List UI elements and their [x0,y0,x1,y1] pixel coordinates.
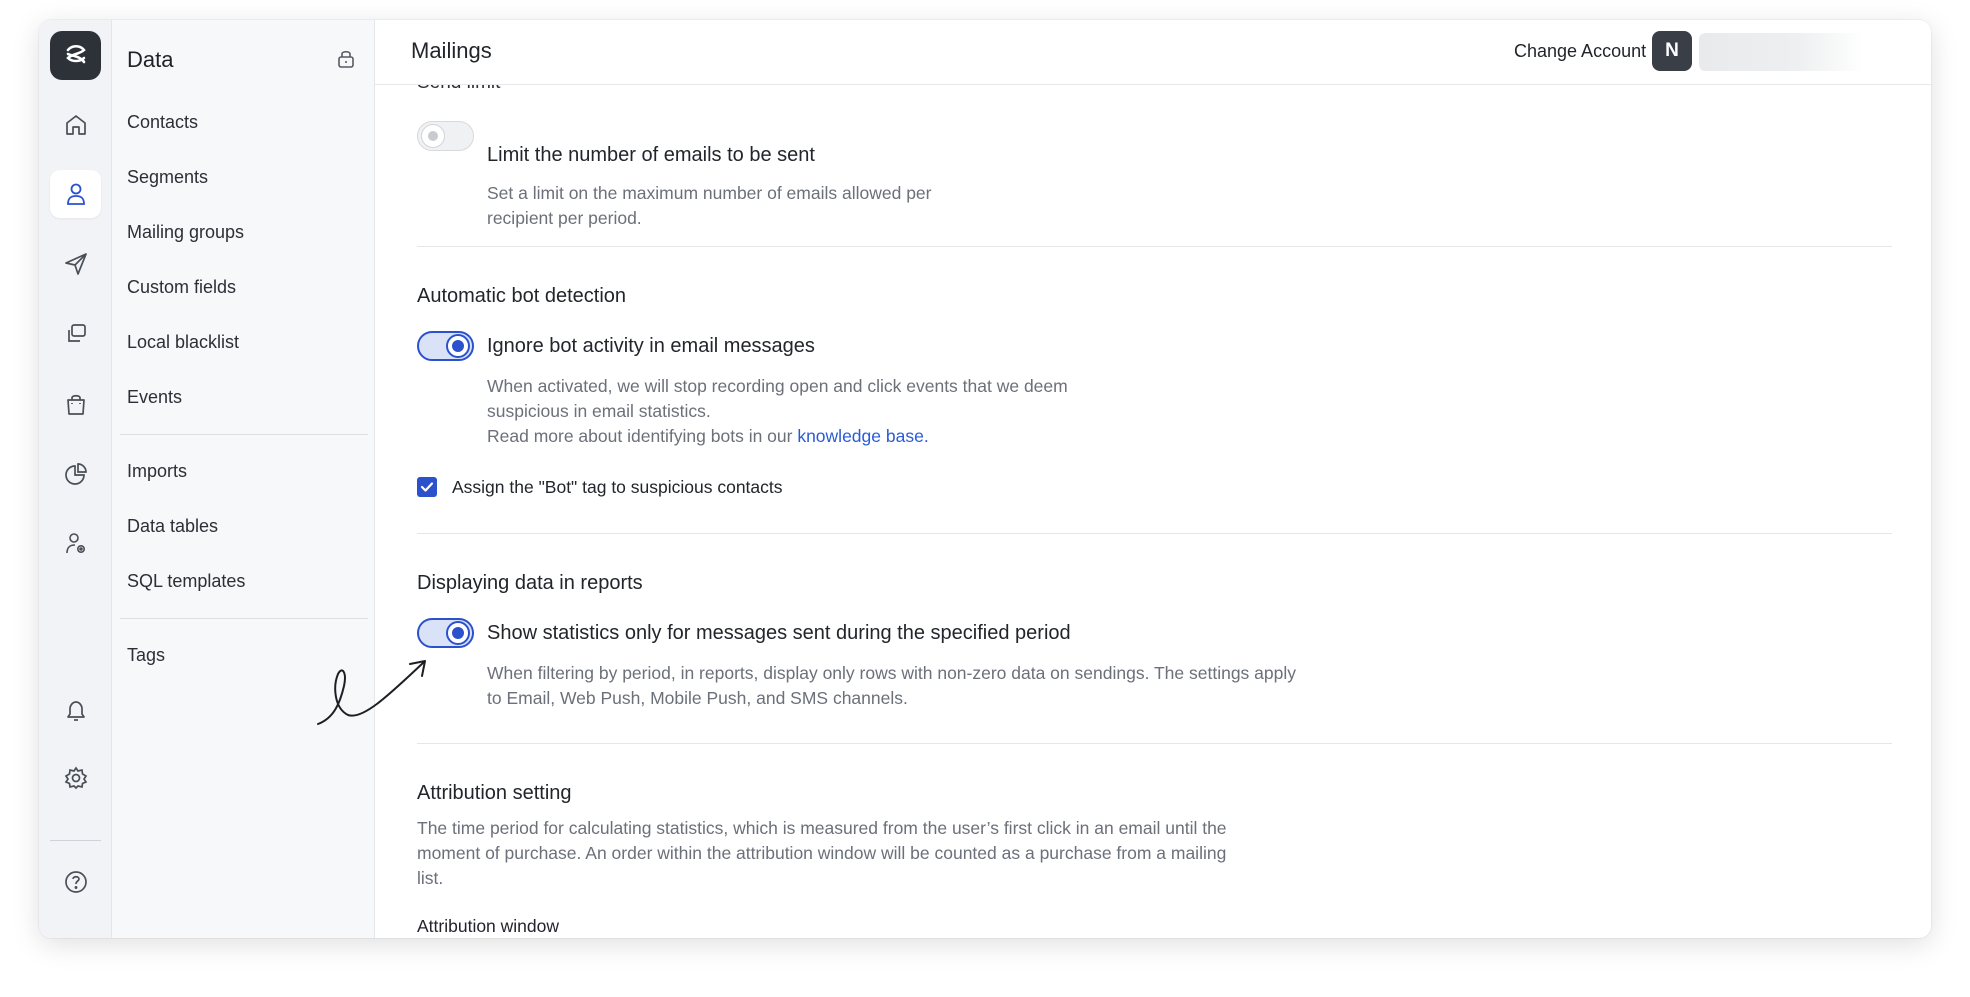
bot-desc-3-suffix: . [923,426,929,446]
check-icon [420,482,434,492]
sidebar-divider [120,618,368,619]
send-limit-desc-2: recipient per period. [487,208,642,228]
shop-icon[interactable] [50,380,101,428]
data-sidebar: Data Contacts Segments Mailing groups Cu… [112,20,375,938]
attribution-window-label: Attribution window [417,916,560,936]
attribution-desc-3: list. [417,868,444,888]
sidebar-item-contacts[interactable]: Contacts [127,112,198,133]
send-limit-label: Limit the number of emails to be sent [487,144,815,166]
reports-icon[interactable] [50,450,101,498]
sidebar-title: Data [127,47,174,72]
bot-desc-3-prefix: Read more about identifying bots in our [487,426,798,446]
bot-tag-label: Assign the "Bot" tag to suspicious conta… [452,477,783,497]
attribution-desc-2: moment of purchase. An order within the … [417,843,1227,863]
annotation-arrow-icon [317,660,426,725]
ignore-bot-label: Ignore bot activity in email messages [487,335,815,357]
section-divider [417,743,1892,744]
user-settings-icon[interactable] [50,520,101,568]
bell-icon[interactable] [50,686,101,734]
bot-desc-1: When activated, we will stop recording o… [487,376,1068,396]
top-header: Mailings Change Account N [375,20,1931,85]
app-window: Data Contacts Segments Mailing groups Cu… [39,20,1931,938]
bot-tag-checkbox[interactable] [417,477,437,497]
templates-icon[interactable] [50,310,101,358]
page-title: Mailings [411,38,492,63]
sidebar-item-mailing-groups[interactable]: Mailing groups [127,222,244,243]
sidebar-item-custom-fields[interactable]: Custom fields [127,277,236,298]
lock-icon[interactable] [334,47,358,71]
sidebar-item-tags[interactable]: Tags [127,645,165,666]
sidebar-item-events[interactable]: Events [127,387,182,408]
nav-rail [39,20,112,938]
sidebar-item-data-tables[interactable]: Data tables [127,516,218,537]
sidebar-divider [120,434,368,435]
section-divider [417,533,1892,534]
section-title-send-limit: Send limit [417,85,500,94]
help-icon[interactable] [50,858,101,906]
section-title-bot-detection: Automatic bot detection [417,285,627,307]
avatar[interactable]: N [1652,31,1692,71]
home-icon[interactable] [50,101,101,149]
send-icon[interactable] [50,240,101,288]
contacts-icon[interactable] [50,170,101,218]
sidebar-item-imports[interactable]: Imports [127,461,187,482]
change-account-button[interactable]: Change Account [1514,41,1646,62]
show-statistics-toggle[interactable] [417,618,474,648]
ignore-bot-toggle[interactable] [417,331,474,361]
section-divider [417,246,1892,247]
bot-desc-2: suspicious in email statistics. [487,401,711,421]
section-title-reports: Displaying data in reports [417,572,643,594]
sidebar-item-segments[interactable]: Segments [127,167,208,188]
bot-desc-3: Read more about identifying bots in our … [487,424,929,449]
reports-desc-1: When filtering by period, in reports, di… [487,663,1296,683]
gear-icon[interactable] [50,754,101,802]
sidebar-item-sql-templates[interactable]: SQL templates [127,571,245,592]
settings-content: Send limit Limit the number of emails to… [375,85,1931,938]
sidebar-item-local-blacklist[interactable]: Local blacklist [127,332,239,353]
reports-desc-2: to Email, Web Push, Mobile Push, and SMS… [487,688,908,708]
logo-icon[interactable] [50,31,101,80]
send-limit-toggle[interactable] [417,121,474,151]
section-title-attribution: Attribution setting [417,782,572,804]
rail-divider [50,840,101,841]
account-name-redacted [1699,33,1864,71]
send-limit-desc-1: Set a limit on the maximum number of ema… [487,183,932,203]
knowledge-base-link[interactable]: knowledge base [797,426,923,446]
attribution-desc-1: The time period for calculating statisti… [417,818,1227,838]
show-statistics-label: Show statistics only for messages sent d… [487,622,1071,644]
